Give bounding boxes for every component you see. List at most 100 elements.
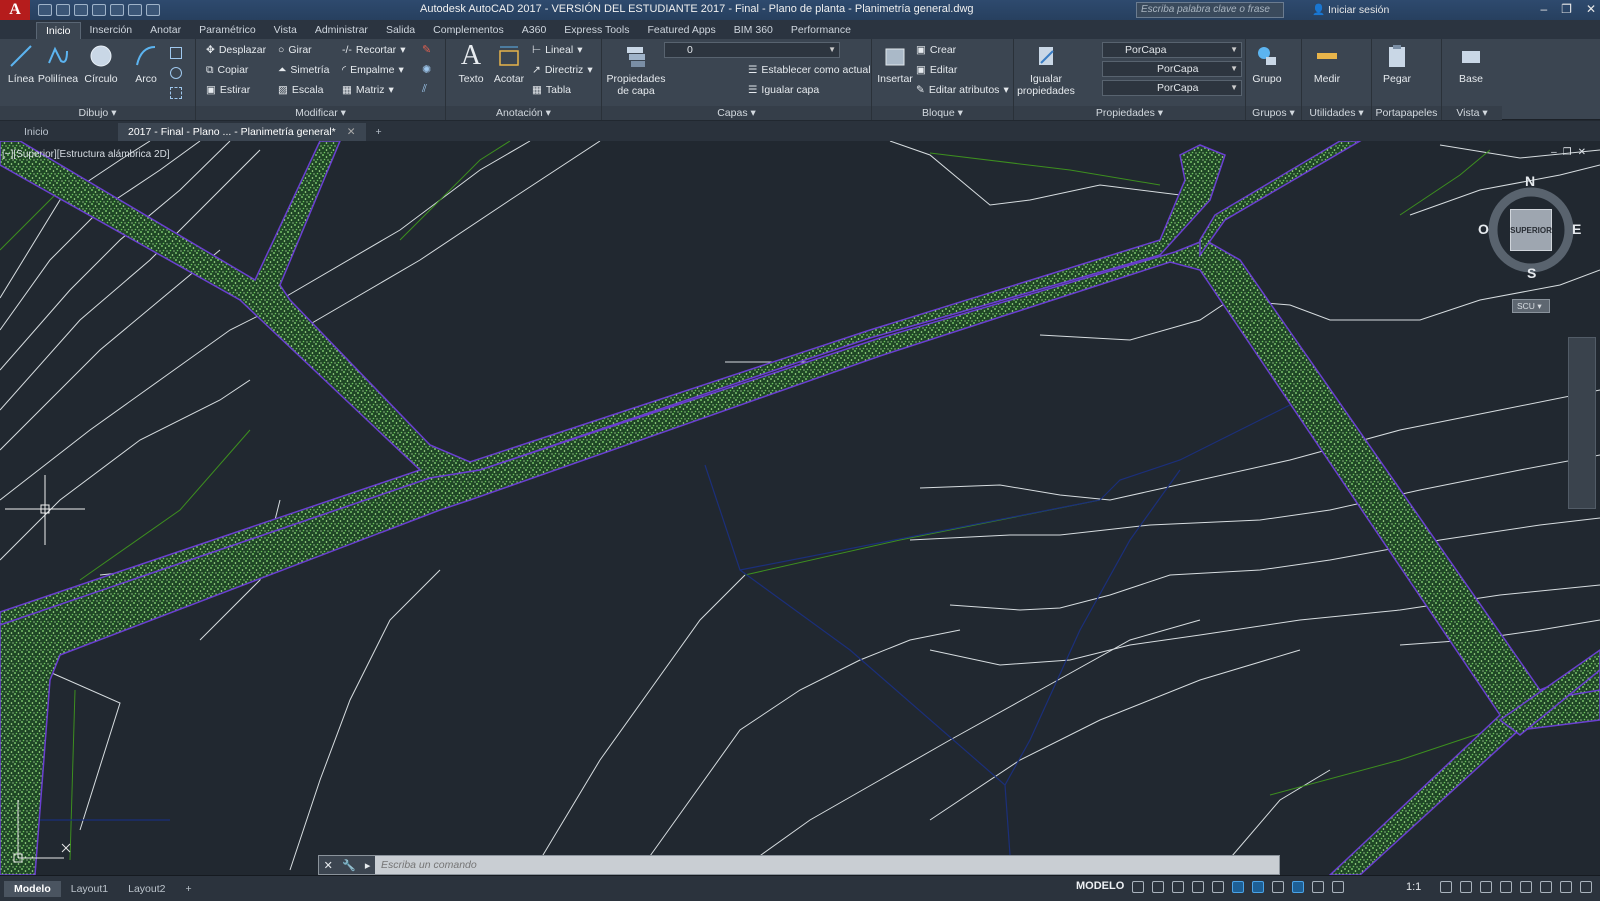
mirror-button[interactable]: ⏶ Simetría xyxy=(278,61,330,79)
panel-title-capas[interactable]: Capas ▾ xyxy=(602,106,871,120)
search-input[interactable]: Escriba palabra clave o frase xyxy=(1136,2,1284,18)
grid-icon[interactable] xyxy=(1132,881,1144,893)
lineweight-icon[interactable] xyxy=(1272,881,1284,893)
lineweight-dropdown[interactable]: PorCapa ▼ xyxy=(1102,80,1242,96)
panel-title-utilidades[interactable]: Utilidades ▾ xyxy=(1302,106,1371,120)
compass-north[interactable]: N xyxy=(1525,173,1535,189)
model-space-button[interactable]: MODELO xyxy=(1076,880,1124,892)
rotate-button[interactable]: ○ Girar xyxy=(278,41,312,59)
linetype-dropdown[interactable]: PorCapa ▼ xyxy=(1102,61,1242,77)
open-file-icon[interactable] xyxy=(56,4,70,16)
viewport-controls-label[interactable]: [−][Superior][Estructura alámbrica 2D] xyxy=(2,149,170,160)
workspace-gear-icon[interactable] xyxy=(1440,881,1452,893)
tab-parametrico[interactable]: Paramétrico xyxy=(190,22,265,39)
viewcube[interactable]: N S E O SUPERIOR xyxy=(1478,173,1582,281)
array-button[interactable]: ▦ Matriz ▾ xyxy=(342,81,394,99)
arc-button[interactable]: Arco xyxy=(125,42,167,85)
layer-properties-button[interactable]: Propiedades de capa xyxy=(604,42,668,97)
panel-title-portapapeles[interactable]: Portapapeles xyxy=(1372,106,1441,120)
units-icon[interactable] xyxy=(1480,881,1492,893)
command-input[interactable] xyxy=(375,856,1279,874)
edit-attributes-button[interactable]: ✎ Editar atributos ▾ xyxy=(916,81,1009,99)
close-icon[interactable]: ✕ xyxy=(1586,2,1596,16)
panel-title-dibujo[interactable]: Dibujo ▾ xyxy=(0,106,195,120)
erase-icon[interactable]: ✎ xyxy=(422,43,431,56)
copy-button[interactable]: ⧉ Copiar xyxy=(206,61,248,79)
fillet-button[interactable]: ◜ Empalme ▾ xyxy=(342,61,404,79)
trim-button[interactable]: -/- Recortar ▾ xyxy=(342,41,405,59)
panel-title-propiedades[interactable]: Propiedades ▾ xyxy=(1014,106,1245,120)
insert-block-button[interactable]: Insertar xyxy=(874,42,916,85)
text-button[interactable]: A Texto xyxy=(450,42,492,86)
move-button[interactable]: ✥ Desplazar xyxy=(206,41,266,59)
create-block-button[interactable]: ▣ Crear xyxy=(916,41,956,59)
quick-properties-icon[interactable] xyxy=(1500,881,1512,893)
tab-salida[interactable]: Salida xyxy=(377,22,424,39)
rectangle-icon[interactable] xyxy=(170,47,182,59)
panel-title-bloque[interactable]: Bloque ▾ xyxy=(872,106,1013,120)
close-icon[interactable]: ✕ xyxy=(324,859,333,872)
isolate-objects-icon[interactable] xyxy=(1540,881,1552,893)
object-snap-icon[interactable] xyxy=(1252,881,1264,893)
match-layer-button[interactable]: ☰ Igualar capa xyxy=(748,81,819,99)
clean-screen-icon[interactable] xyxy=(1580,881,1592,893)
tab-featured-apps[interactable]: Featured Apps xyxy=(638,22,724,39)
signin-button[interactable]: 👤 Iniciar sesión xyxy=(1312,3,1389,16)
tab-inicio[interactable]: Inicio xyxy=(36,22,81,39)
annotation-visibility-icon[interactable] xyxy=(1292,881,1304,893)
save-as-icon[interactable] xyxy=(92,4,106,16)
command-history-icon[interactable]: ▸ xyxy=(365,859,371,872)
group-button[interactable]: Grupo xyxy=(1246,42,1288,85)
layout-tab-layout2[interactable]: Layout2 xyxy=(118,881,175,897)
linear-dim-button[interactable]: ⊢ Lineal ▾ xyxy=(532,41,582,59)
new-file-icon[interactable] xyxy=(38,4,52,16)
object-snap-tracking-icon[interactable] xyxy=(1232,881,1244,893)
circle-button[interactable]: Círculo xyxy=(80,42,122,85)
panel-title-grupos[interactable]: Grupos ▾ xyxy=(1246,106,1301,120)
compass-east[interactable]: E xyxy=(1572,221,1581,237)
annotation-scale-icon[interactable] xyxy=(1332,881,1344,893)
tab-express-tools[interactable]: Express Tools xyxy=(555,22,638,39)
wcs-menu[interactable]: SCU ▾ xyxy=(1512,299,1550,313)
tab-anotar[interactable]: Anotar xyxy=(141,22,190,39)
compass-south[interactable]: S xyxy=(1527,265,1536,281)
tab-complementos[interactable]: Complementos xyxy=(424,22,513,39)
layer-dropdown[interactable]: 0 ▼ xyxy=(664,42,840,58)
tab-a360[interactable]: A360 xyxy=(513,22,556,39)
navigation-bar[interactable] xyxy=(1568,337,1596,509)
tab-administrar[interactable]: Administrar xyxy=(306,22,377,39)
minimize-icon[interactable]: – xyxy=(1551,147,1563,158)
save-icon[interactable] xyxy=(74,4,88,16)
annotation-scale[interactable]: 1:1 xyxy=(1406,881,1421,893)
autoscale-icon[interactable] xyxy=(1312,881,1324,893)
snap-icon[interactable] xyxy=(1152,881,1164,893)
layout-tab-modelo[interactable]: Modelo xyxy=(4,880,61,897)
scale-button[interactable]: ▨ Escala xyxy=(278,81,323,99)
layout-tab-layout1[interactable]: Layout1 xyxy=(61,881,118,897)
match-properties-button[interactable]: Igualar propiedades xyxy=(1016,42,1076,97)
minimize-icon[interactable]: – xyxy=(1540,2,1547,16)
close-icon[interactable]: ✕ xyxy=(1578,147,1592,158)
panel-title-anotacion[interactable]: Anotación ▾ xyxy=(446,106,601,120)
measure-button[interactable]: Medir xyxy=(1306,42,1348,85)
maximize-icon[interactable]: ❐ xyxy=(1561,2,1572,16)
stretch-button[interactable]: ▣ Estirar xyxy=(206,81,250,99)
polar-icon[interactable] xyxy=(1192,881,1204,893)
tab-insercion[interactable]: Inserción xyxy=(81,22,142,39)
print-icon[interactable] xyxy=(110,4,124,16)
undo-icon[interactable] xyxy=(128,4,142,16)
autocad-logo-icon[interactable]: A xyxy=(0,0,30,20)
doc-tab-inicio[interactable]: Inicio xyxy=(14,123,118,141)
isodraft-icon[interactable] xyxy=(1212,881,1224,893)
leader-button[interactable]: ↗ Directriz ▾ xyxy=(532,61,593,79)
hardware-acceleration-icon[interactable] xyxy=(1560,881,1572,893)
hatch-icon[interactable] xyxy=(170,67,182,79)
explode-icon[interactable]: ✺ xyxy=(422,63,431,76)
doc-tab-drawing[interactable]: 2017 - Final - Plano ... - Planimetría g… xyxy=(118,123,366,141)
tab-vista[interactable]: Vista xyxy=(265,22,306,39)
panel-title-vista[interactable]: Vista ▾ xyxy=(1442,106,1502,120)
redo-icon[interactable] xyxy=(146,4,160,16)
offset-icon[interactable]: ⫽ xyxy=(422,83,427,96)
compass-west[interactable]: O xyxy=(1478,221,1489,237)
polyline-button[interactable]: Polilínea xyxy=(34,42,82,85)
